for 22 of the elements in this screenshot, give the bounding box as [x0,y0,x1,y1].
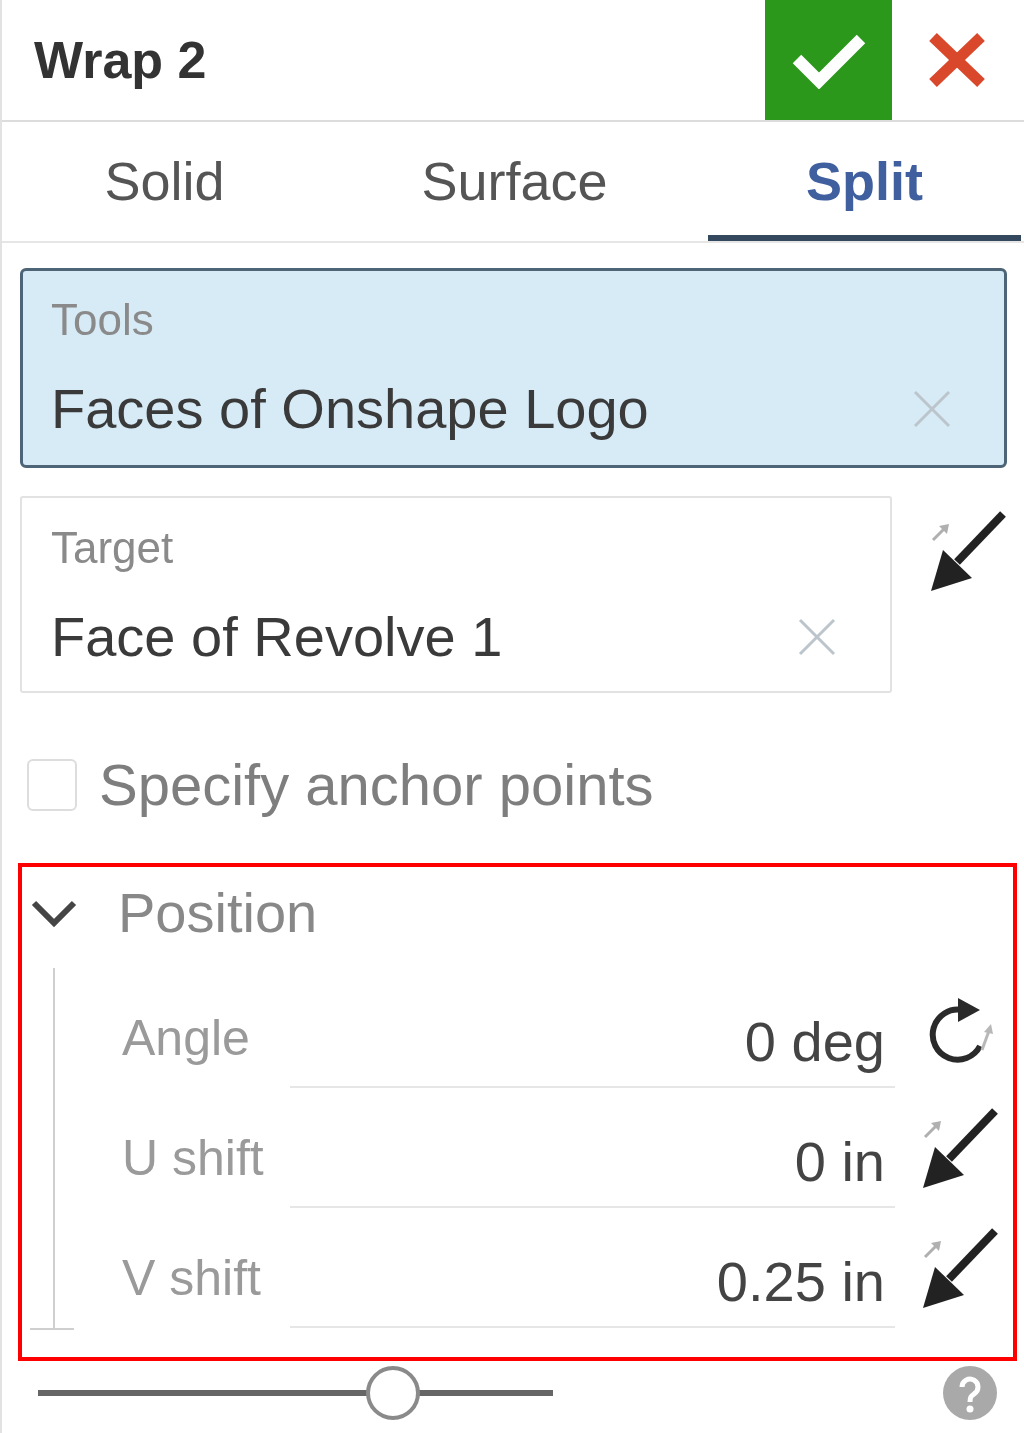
slider-track[interactable] [38,1366,553,1420]
field-label: Target [51,523,175,573]
value-field[interactable]: 0 deg [290,978,895,1088]
parameter-label: V shift [122,1249,262,1308]
field-value: Face of Revolve 1 [51,605,503,669]
help-icon[interactable] [943,1366,997,1420]
close-icon [928,32,986,88]
parameter-label: Angle [122,1009,251,1068]
field-value: Faces of Onshape Logo [51,377,649,441]
tab[interactable]: Surface [358,122,671,241]
slider-thumb[interactable] [366,1366,421,1420]
field-label: Tools [51,295,155,345]
checkbox[interactable] [27,759,77,811]
parameter-label: U shift [122,1129,265,1188]
selection-field[interactable]: Tools Faces of Onshape Logo [20,268,1007,468]
confirm-button[interactable] [765,0,892,120]
selection-field[interactable]: Target Face of Revolve 1 [20,496,892,693]
tab[interactable]: Split [708,122,1021,241]
value-field[interactable]: 0 in [290,1098,895,1208]
section-title[interactable]: Position [118,885,318,941]
value-field[interactable]: 0.25 in [290,1218,895,1328]
tab[interactable]: Solid [8,122,321,241]
